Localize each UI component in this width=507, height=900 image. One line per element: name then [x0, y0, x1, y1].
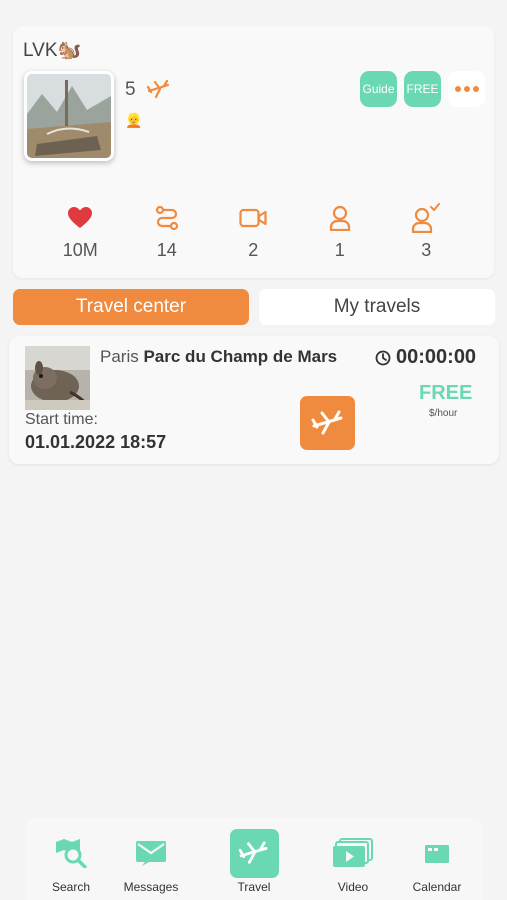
- nav-label: Search: [51, 880, 91, 894]
- search-map-icon: [55, 828, 87, 878]
- nav-messages[interactable]: Messages: [111, 828, 191, 894]
- stat-value: 10M: [62, 240, 98, 260]
- start-travel-button[interactable]: [300, 396, 355, 450]
- free-badge[interactable]: FREE: [404, 71, 441, 107]
- nav-video[interactable]: Video: [313, 828, 393, 894]
- video-stack-icon: [332, 828, 374, 878]
- nav-label: Calendar: [412, 880, 462, 894]
- route-icon: [155, 204, 179, 232]
- bottom-navigation: Search Messages Travel Video Calendar: [26, 818, 483, 900]
- nav-calendar[interactable]: Calendar: [397, 828, 477, 894]
- travel-card[interactable]: Paris Parc du Champ de Mars 00:00:00 FRE…: [9, 336, 499, 464]
- stat-value: 3: [421, 240, 432, 260]
- travel-plane-icon: [229, 828, 279, 878]
- tab-travel-center[interactable]: Travel center: [13, 289, 249, 325]
- travel-location: Paris Parc du Champ de Mars: [100, 347, 337, 367]
- tab-bar: Travel center My travels: [13, 289, 495, 325]
- more-dot-icon: [472, 86, 479, 92]
- profile-card: LVK🐿️ 5 👱 Guide FREE 10M 14 2 1 3: [13, 26, 494, 278]
- stats-row: 10M 14 2 1 3: [13, 203, 494, 261]
- stat-likes[interactable]: 10M: [37, 204, 124, 261]
- video-camera-icon: [239, 204, 267, 232]
- avatar-image: [27, 74, 111, 158]
- stat-verified[interactable]: 3: [383, 203, 470, 261]
- travel-price: FREE: [419, 382, 473, 404]
- more-dot-icon: [454, 86, 461, 92]
- nav-search[interactable]: Search: [31, 828, 111, 894]
- start-time-label: Start time:: [25, 411, 98, 428]
- stat-value: 1: [334, 240, 345, 260]
- stat-value: 2: [248, 240, 259, 260]
- user-emoji: 👱: [125, 112, 143, 128]
- tab-my-travels[interactable]: My travels: [259, 289, 495, 325]
- stat-videos[interactable]: 2: [210, 204, 297, 261]
- nav-label: Messages: [123, 880, 179, 894]
- clock-icon: [375, 350, 391, 365]
- timer-value: 00:00:00: [396, 346, 477, 368]
- heart-icon: [67, 204, 93, 232]
- stat-value: 14: [156, 240, 177, 260]
- start-time-value: 01.01.2022 18:57: [25, 432, 167, 452]
- plane-icon: [146, 78, 172, 105]
- more-options-button[interactable]: [448, 71, 485, 107]
- travel-timer: 00:00:00: [375, 346, 476, 369]
- rating-value: 5: [125, 79, 136, 100]
- nav-travel[interactable]: Travel: [214, 828, 294, 894]
- travel-city: Paris: [100, 347, 139, 366]
- stat-followers[interactable]: 1: [297, 204, 384, 261]
- mail-icon: [135, 828, 167, 878]
- travel-place: Parc du Champ de Mars: [143, 347, 338, 366]
- username: LVK🐿️: [23, 40, 82, 61]
- plane-icon: [311, 410, 342, 435]
- nav-label: Travel: [237, 880, 271, 894]
- travel-thumbnail: [25, 346, 90, 410]
- more-dot-icon: [463, 86, 470, 92]
- calendar-icon: [424, 828, 450, 878]
- stat-routes[interactable]: 14: [124, 204, 211, 261]
- guide-badge[interactable]: Guide: [360, 71, 397, 107]
- user-icon: [329, 204, 351, 232]
- avatar[interactable]: [24, 71, 114, 161]
- user-check-icon: [411, 203, 441, 233]
- nav-label: Video: [337, 880, 369, 894]
- travel-price-unit: $/hour: [429, 408, 458, 419]
